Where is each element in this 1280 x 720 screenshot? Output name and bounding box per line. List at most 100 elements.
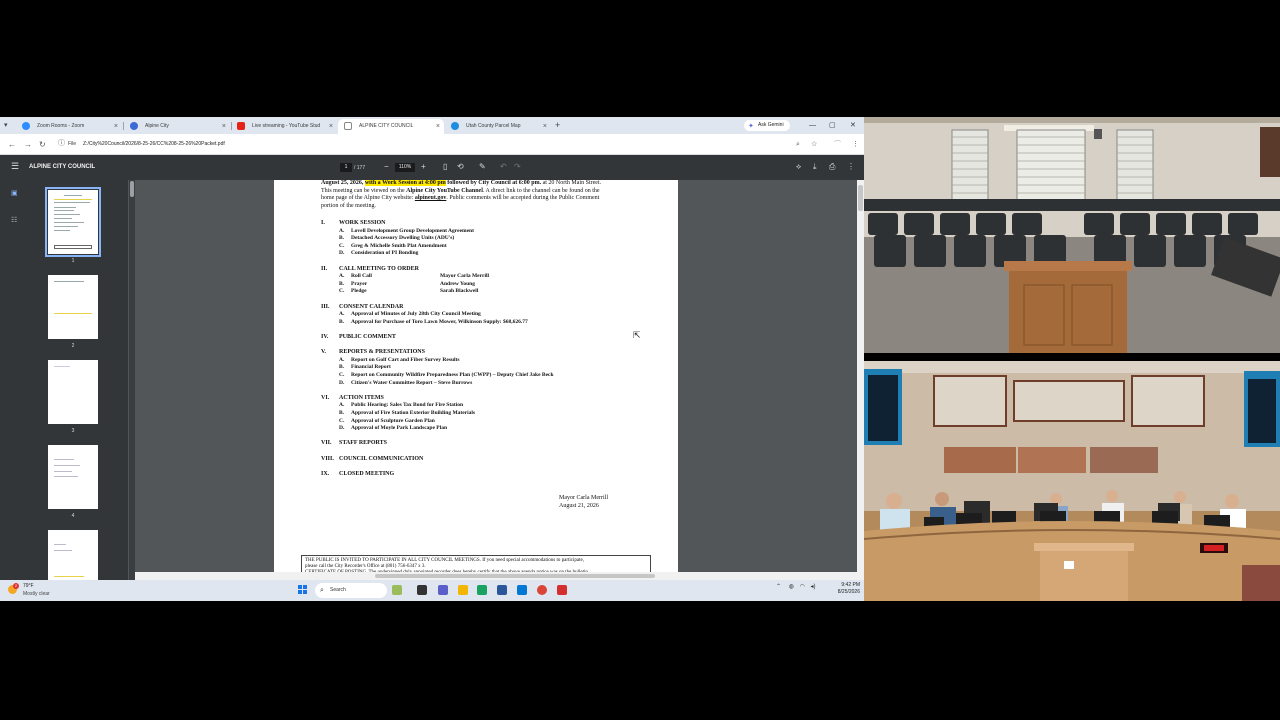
tab-label: Alpine City <box>145 123 169 129</box>
thumbnail-scrollbar[interactable] <box>129 180 135 580</box>
website-link[interactable]: alpineut.gov <box>415 195 447 201</box>
agenda-item-letter: B. <box>339 280 345 287</box>
bookmark-star-icon[interactable]: ☆ <box>811 139 817 151</box>
close-icon[interactable]: × <box>329 119 333 134</box>
document-vertical-scrollbar[interactable] <box>857 180 864 580</box>
new-tab-button[interactable]: + <box>555 119 560 132</box>
agenda-section-title: CLOSED MEETING <box>339 470 395 477</box>
chrome-icon[interactable] <box>537 585 547 595</box>
ai-icon[interactable]: ⟡ <box>796 161 801 173</box>
agenda-item-letter: D. <box>339 379 345 386</box>
tab-alpine-city[interactable]: Alpine City × <box>124 119 230 134</box>
pdf-document-area[interactable]: August 25, 2026, with a Work Session at … <box>128 180 864 580</box>
print-icon[interactable]: ⎙ <box>829 161 835 173</box>
undo-icon[interactable]: ↶ <box>500 161 507 173</box>
zoom-level-input[interactable]: 110% <box>395 163 415 172</box>
tab-alpine-city-council[interactable]: ALPINE CITY COUNCIL × <box>338 119 444 134</box>
zoom-stream-view: ▾ Zoom Rooms - Zoom × Alpine City × Live… <box>0 0 1280 720</box>
agenda-section-title: CONSENT CALENDAR <box>339 303 404 310</box>
system-tray[interactable]: ⌃ ◍ ◠ ◂) <box>776 583 816 590</box>
ask-gemini-button[interactable]: ✦ Ask Gemini <box>744 120 790 131</box>
agenda-item-text: Report on Community Wildfire Preparednes… <box>351 372 554 378</box>
outlook-icon[interactable] <box>497 585 507 595</box>
close-icon[interactable]: × <box>543 119 547 134</box>
annotate-icon[interactable]: ✎ <box>479 161 486 173</box>
start-button[interactable] <box>298 585 308 595</box>
file-scheme-label: File <box>68 141 77 147</box>
clock-date: 8/25/2026 <box>837 589 860 595</box>
agenda-section-number: V. <box>321 349 327 356</box>
agenda-item-text: Consideration of PI Bonding <box>351 250 419 257</box>
info-icon[interactable]: ⓘ <box>58 138 65 148</box>
outline-view-icon[interactable]: ☷ <box>11 217 19 225</box>
mouse-cursor-icon: ⇱ <box>633 330 641 340</box>
task-view-icon[interactable] <box>417 585 427 595</box>
volume-icon[interactable]: ◂) <box>811 584 816 590</box>
weather-widget[interactable]: 2 79°F Mostly clear <box>8 583 68 599</box>
chevron-up-icon[interactable]: ⌃ <box>776 584 781 590</box>
close-icon[interactable]: × <box>222 119 226 134</box>
tab-utah-county-parcel-map[interactable]: Utah County Parcel Map × <box>445 119 551 134</box>
edge-icon[interactable] <box>477 585 487 595</box>
forward-icon[interactable]: → <box>24 138 32 151</box>
system-clock[interactable]: 9:42 PM 8/25/2026 <box>826 582 860 596</box>
widgets-icon[interactable] <box>392 585 402 595</box>
thumbnail-page-5[interactable] <box>48 530 98 580</box>
tab-zoom-rooms[interactable]: Zoom Rooms - Zoom × <box>16 119 122 134</box>
minimize-icon[interactable]: — <box>809 119 816 132</box>
thumbnail-page-1[interactable] <box>45 187 101 257</box>
scrollbar-thumb[interactable] <box>858 185 863 211</box>
thumbnails-view-icon[interactable]: ▣ <box>11 190 19 198</box>
map-icon <box>451 122 459 130</box>
close-icon[interactable]: × <box>436 119 440 134</box>
network-icon[interactable]: ◍ <box>789 584 794 590</box>
thumbnail-page-3[interactable] <box>48 360 98 424</box>
redo-icon[interactable]: ↷ <box>514 161 521 173</box>
agenda-item-text: Approval of Sculpture Garden Plan <box>351 417 435 424</box>
agenda-item-text: Approval of Minutes of July 28th City Co… <box>351 311 481 318</box>
ask-gemini-label: Ask Gemini <box>758 122 784 128</box>
more-options-icon[interactable]: ⋮ <box>847 161 855 173</box>
taskbar-search[interactable]: ⌕ Search <box>315 583 387 598</box>
reload-icon[interactable]: ↻ <box>39 138 46 151</box>
signature-date: August 21, 2026 <box>559 502 599 509</box>
document-horizontal-scrollbar[interactable] <box>135 572 857 580</box>
menu-icon[interactable]: ☰ <box>11 161 19 172</box>
intro-line-2: This meeting can be viewed on the Alpine… <box>321 187 600 194</box>
address-bar[interactable]: ⓘ File Z:/City%20Council/2026/8-25-26/CC… <box>54 137 824 152</box>
profile-icon[interactable]: ⌒ <box>834 139 841 151</box>
word-icon[interactable] <box>517 585 527 595</box>
agenda-item-letter: A. <box>339 273 345 280</box>
close-icon[interactable]: × <box>114 119 118 134</box>
acrobat-icon[interactable] <box>557 585 567 595</box>
tab-youtube-studio[interactable]: Live streaming - YouTube Studio × <box>231 119 337 134</box>
url-text[interactable]: Z:/City%20Council/2026/8-25-26/CC%208-25… <box>83 137 225 152</box>
thumbnail-page-2[interactable] <box>48 275 98 339</box>
download-icon[interactable]: ⤓ <box>813 161 817 173</box>
council-chamber-seating-image <box>864 117 1280 353</box>
agenda-section-title: STAFF REPORTS <box>339 440 387 447</box>
wifi-icon[interactable]: ◠ <box>800 584 805 590</box>
fit-page-icon[interactable]: ▯ <box>443 161 447 173</box>
zoom-magnifier-icon[interactable]: ⌕ <box>796 139 800 151</box>
page-number-input[interactable]: 1 <box>340 163 352 172</box>
agenda-item-person: Sarah Blackwell <box>440 288 479 295</box>
pdf-page: August 25, 2026, with a Work Session at … <box>274 180 678 580</box>
tab-search-icon[interactable]: ▾ <box>4 119 8 132</box>
thumbnail-page-4[interactable] <box>48 445 98 509</box>
zoom-out-icon[interactable]: − <box>384 161 389 173</box>
scrollbar-thumb[interactable] <box>130 181 134 197</box>
back-icon[interactable]: ← <box>8 138 16 151</box>
scrollbar-thumb[interactable] <box>375 574 655 578</box>
close-window-icon[interactable]: ✕ <box>850 119 856 132</box>
maximize-icon[interactable]: ▢ <box>829 119 836 132</box>
file-explorer-icon[interactable] <box>458 585 468 595</box>
zoom-in-icon[interactable]: + <box>421 161 426 173</box>
browser-menu-icon[interactable]: ⋮ <box>852 139 859 151</box>
shared-screen: ▾ Zoom Rooms - Zoom × Alpine City × Live… <box>0 117 864 601</box>
agenda-item-text: Greg & Michelle Smith Plat Amendment <box>351 242 447 249</box>
teams-icon[interactable] <box>438 585 448 595</box>
pdf-toolbar: ☰ ALPINE CITY COUNCIL 1 / 177 − 110% + ▯… <box>0 155 864 180</box>
rotate-icon[interactable]: ⟲ <box>457 161 464 173</box>
thumbnail-label: 3 <box>71 428 75 434</box>
